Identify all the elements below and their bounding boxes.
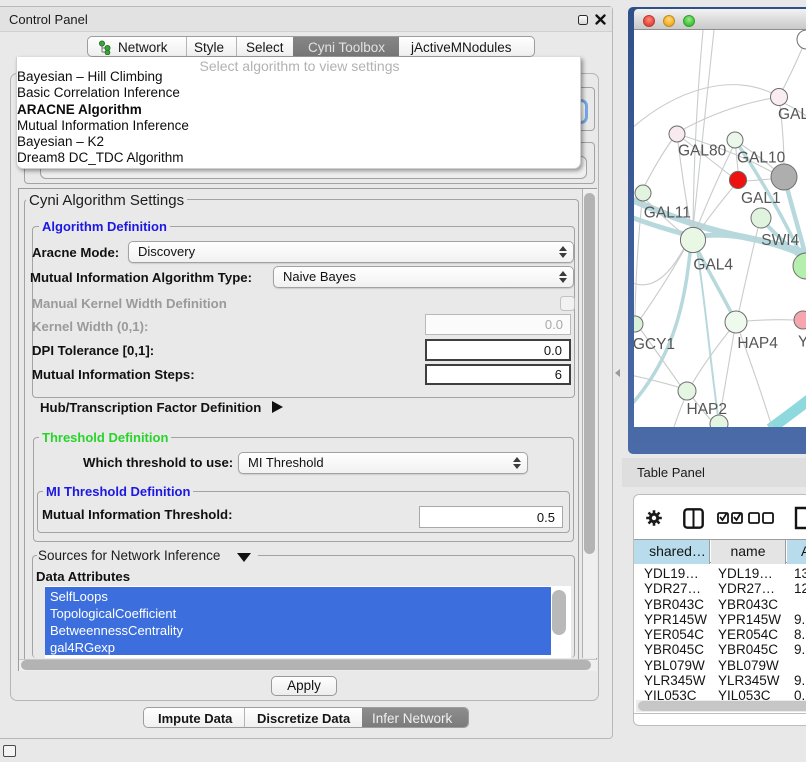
svg-text:Y: Y bbox=[798, 333, 806, 350]
svg-text:GAL10: GAL10 bbox=[737, 150, 786, 167]
svg-text:GAL11: GAL11 bbox=[644, 205, 691, 222]
svg-text:SWI4: SWI4 bbox=[761, 232, 799, 249]
svg-text:HAP4: HAP4 bbox=[737, 335, 778, 352]
svg-text:GAL80: GAL80 bbox=[678, 143, 727, 160]
svg-text:GAL4: GAL4 bbox=[693, 256, 733, 273]
svg-text:GAL1: GAL1 bbox=[741, 190, 781, 207]
svg-text:GAL7: GAL7 bbox=[778, 106, 806, 123]
svg-text:GCY1: GCY1 bbox=[634, 336, 675, 353]
svg-text:HAP2: HAP2 bbox=[687, 401, 728, 418]
